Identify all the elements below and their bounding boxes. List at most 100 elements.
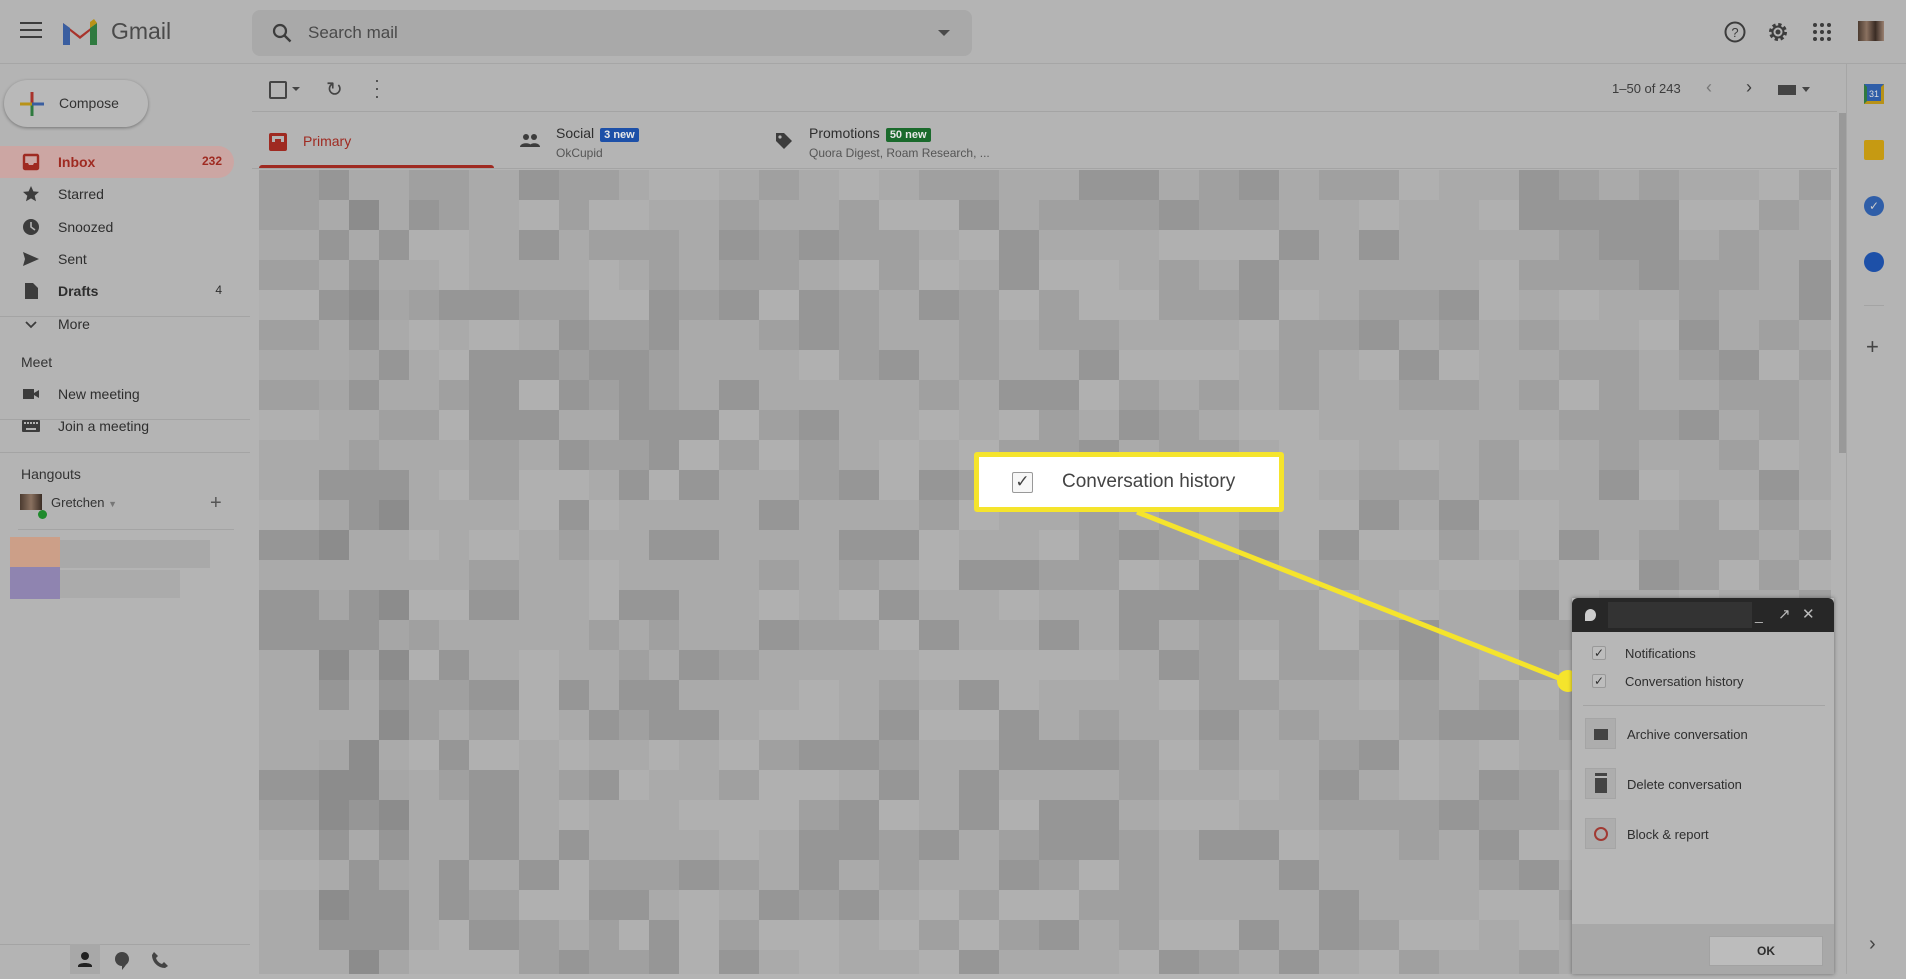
tab-primary[interactable]: Primary [259, 106, 494, 168]
main-menu-button[interactable] [20, 22, 42, 40]
contact-avatar[interactable] [10, 537, 60, 567]
select-dropdown-icon[interactable] [292, 87, 300, 91]
pixelated-block [1119, 350, 1159, 380]
checkbox[interactable]: ✓ [1592, 674, 1606, 688]
expand-panel-icon[interactable]: › [1869, 933, 1876, 956]
pixelated-block [649, 650, 679, 680]
select-all-checkbox[interactable] [269, 81, 287, 99]
pixelated-block [999, 650, 1039, 680]
tab-social[interactable]: Social 3 new OkCupid [510, 106, 760, 168]
pixelated-block [719, 290, 759, 320]
pixelated-block [1679, 440, 1719, 470]
close-icon[interactable]: ✕ [1802, 605, 1815, 623]
join-meeting-item[interactable]: Join a meeting [0, 410, 234, 442]
pixelated-block [1759, 200, 1799, 230]
pixelated-block [319, 590, 349, 620]
pixelated-block [409, 170, 439, 200]
inbox-icon [269, 133, 287, 151]
sidebar-item-drafts[interactable]: Drafts 4 [0, 275, 234, 307]
phone-icon[interactable] [150, 950, 170, 970]
checkbox[interactable]: ✓ [1592, 646, 1606, 660]
more-options-icon[interactable]: · · · [374, 71, 380, 105]
sidebar-item-label: Starred [58, 186, 104, 203]
sidebar-item-inbox[interactable]: Inbox 232 [0, 146, 234, 178]
pixelated-block [1799, 170, 1831, 200]
search-options-icon[interactable] [938, 30, 950, 36]
keep-icon[interactable] [1864, 140, 1884, 160]
next-page-icon[interactable]: › [1746, 77, 1752, 98]
pixelated-block [679, 500, 719, 530]
new-meeting-label: New meeting [58, 386, 140, 402]
pixelated-block [1319, 290, 1359, 320]
pixelated-block [1439, 740, 1479, 770]
pixelated-block [679, 590, 719, 620]
pixelated-block [619, 830, 649, 860]
pixelated-block [1039, 830, 1079, 860]
input-tools-dropdown-icon[interactable] [1802, 87, 1810, 92]
delete-label[interactable]: Delete conversation [1627, 777, 1742, 792]
block-label[interactable]: Block & report [1627, 827, 1709, 842]
pixelated-block [1719, 380, 1759, 410]
pixelated-block [409, 410, 439, 440]
sidebar-item-more[interactable]: More [0, 308, 234, 340]
pixelated-block [349, 440, 379, 470]
block-report-button[interactable] [1585, 818, 1616, 849]
hangouts-user-button[interactable]: Gretchen ▼ [51, 495, 117, 510]
sidebar-item-sent[interactable]: Sent [0, 243, 234, 275]
search-icon[interactable] [270, 21, 294, 45]
archive-label[interactable]: Archive conversation [1627, 727, 1748, 742]
pixelated-block [1679, 350, 1719, 380]
sidebar-item-starred[interactable]: Starred [0, 178, 234, 210]
calendar-icon[interactable]: 31 [1864, 84, 1884, 104]
hangouts-chat-icon[interactable] [112, 950, 132, 970]
contact-name-blurred[interactable] [60, 570, 180, 598]
prev-page-icon[interactable]: ‹ [1706, 77, 1712, 98]
search-bar[interactable]: Search mail [252, 10, 972, 56]
gear-icon[interactable] [1766, 20, 1790, 44]
pixelated-block [619, 710, 649, 740]
pixelated-block [1239, 710, 1279, 740]
popout-icon[interactable]: ↗ [1778, 605, 1791, 623]
new-conversation-icon[interactable]: + [210, 492, 222, 515]
pixelated-block [469, 920, 519, 950]
avatar[interactable] [1858, 21, 1884, 41]
sidebar-item-snoozed[interactable]: Snoozed [0, 211, 234, 243]
pixelated-block [469, 380, 519, 410]
pixelated-block [1199, 380, 1239, 410]
pixelated-block [879, 200, 919, 230]
tasks-icon[interactable]: ✓ [1864, 196, 1884, 216]
pixelated-block [439, 230, 469, 260]
delete-conversation-button[interactable] [1585, 768, 1616, 799]
keyboard-input-icon[interactable] [1778, 85, 1796, 95]
archive-conversation-button[interactable] [1585, 718, 1616, 749]
pixelated-block [679, 650, 719, 680]
pixelated-block [1639, 440, 1679, 470]
help-icon[interactable]: ? [1723, 20, 1747, 44]
contact-avatar[interactable] [10, 567, 60, 599]
pixelated-block [679, 200, 719, 230]
pixelated-block [1159, 200, 1199, 230]
contact-name-blurred[interactable] [60, 540, 210, 568]
new-meeting-item[interactable]: New meeting [0, 378, 234, 410]
minimize-icon[interactable]: _ [1755, 607, 1763, 623]
add-addon-icon[interactable]: + [1866, 334, 1879, 360]
apps-icon[interactable] [1810, 20, 1834, 44]
pixelated-block [1079, 800, 1119, 830]
gmail-logo[interactable] [60, 17, 100, 47]
pixelated-block [1439, 590, 1479, 620]
pixelated-block [919, 620, 959, 650]
pixelated-block [919, 830, 959, 860]
ok-button[interactable]: OK [1709, 936, 1823, 966]
hangouts-contacts-tab[interactable] [70, 944, 100, 974]
pixelated-block [1479, 230, 1519, 260]
pixelated-block [839, 830, 879, 860]
pixelated-block [379, 770, 409, 800]
pixelated-block [759, 740, 799, 770]
tab-promotions[interactable]: Promotions 50 new Quora Digest, Roam Rese… [766, 106, 1046, 168]
pixelated-block [589, 920, 619, 950]
refresh-icon[interactable]: ↻ [326, 77, 343, 102]
compose-button[interactable]: Compose [4, 80, 148, 127]
contacts-icon[interactable] [1864, 252, 1884, 272]
search-input[interactable]: Search mail [308, 23, 398, 43]
pixelated-block [1239, 830, 1279, 860]
